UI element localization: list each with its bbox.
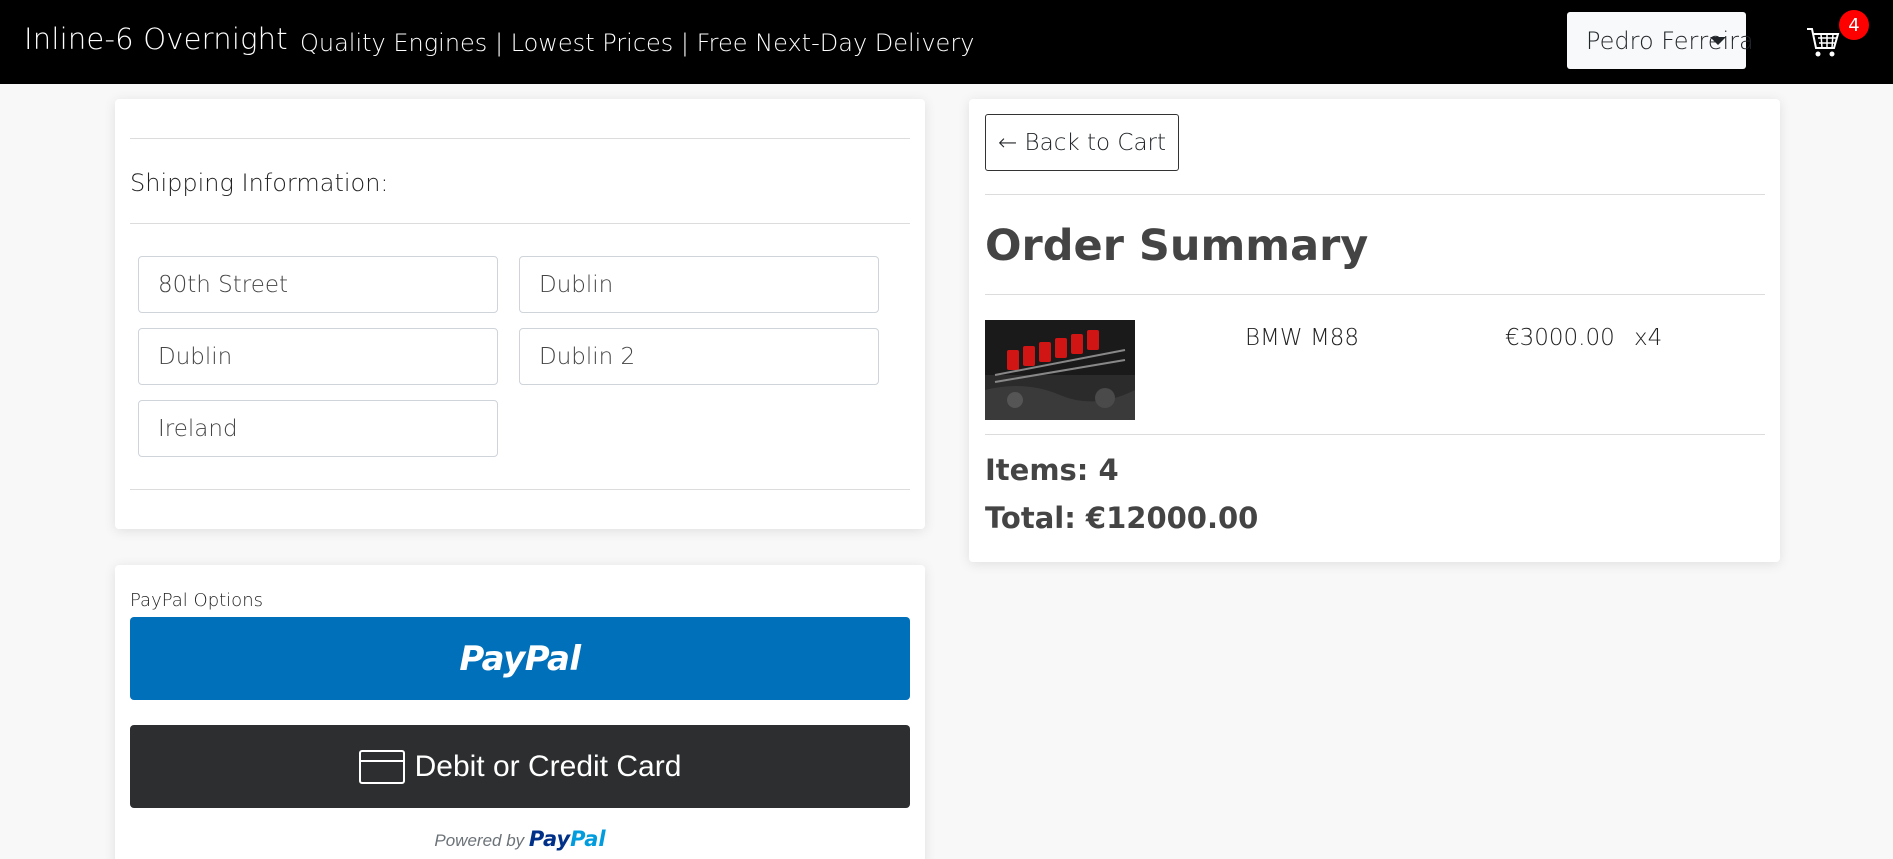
back-to-cart-button[interactable]: ← Back to Cart — [985, 114, 1179, 171]
county-field[interactable]: Dublin — [138, 328, 498, 385]
paypal-button[interactable]: PayPal — [130, 617, 910, 700]
debit-credit-card-button[interactable]: Debit or Credit Card — [130, 725, 910, 808]
order-total: Total: €12000.00 — [985, 501, 1259, 535]
user-name: Pedro Ferreira — [1586, 26, 1754, 55]
divider — [130, 138, 910, 139]
brand-logo[interactable]: Inline-6 Overnight — [24, 22, 288, 56]
navbar: Inline-6 Overnight Quality Engines | Low… — [0, 0, 1893, 84]
country-field[interactable]: Ireland — [138, 400, 498, 457]
powered-by-paypal: Powered by PayPal — [115, 827, 925, 851]
order-summary-title: Order Summary — [985, 221, 1369, 271]
shipping-card: Shipping Information: 80th Street Dublin… — [115, 99, 925, 529]
order-summary-card: ← Back to Cart Order Summary BMW M88 €30… — [969, 99, 1780, 562]
divider — [985, 294, 1765, 295]
payment-card: PayPal Options PayPal Debit or Credit Ca… — [115, 565, 925, 859]
item-quantity: x4 — [1634, 325, 1663, 351]
divider — [130, 223, 910, 224]
postcode-field[interactable]: Dublin 2 — [519, 328, 879, 385]
tagline: Quality Engines | Lowest Prices | Free N… — [300, 29, 975, 57]
divider — [985, 194, 1765, 195]
divider — [130, 489, 910, 490]
shipping-title: Shipping Information: — [130, 169, 389, 197]
item-price: €3000.00 — [1505, 325, 1615, 351]
caret-down-icon — [1710, 37, 1726, 45]
card-button-label: Debit or Credit Card — [414, 749, 682, 783]
divider — [985, 434, 1765, 435]
paypal-mini-logo: PayPal — [529, 827, 606, 851]
cart-count-badge: 4 — [1839, 10, 1869, 40]
user-menu-button[interactable]: Pedro Ferreira — [1567, 12, 1754, 69]
shopping-cart-icon[interactable] — [1805, 24, 1841, 60]
items-count: Items: 4 — [985, 453, 1119, 487]
credit-card-icon — [358, 749, 405, 784]
item-name: BMW M88 — [1245, 325, 1360, 351]
powered-by-text: Powered by — [434, 831, 525, 850]
city-field[interactable]: Dublin — [519, 256, 879, 313]
street-field[interactable]: 80th Street — [138, 256, 498, 313]
paypal-mini-logo-pay: Pay — [528, 827, 571, 851]
paypal-options-label: PayPal Options — [130, 590, 263, 611]
paypal-mini-logo-pal: Pal — [570, 827, 606, 851]
paypal-logo: PayPal — [459, 638, 581, 679]
engine-image — [985, 320, 1135, 420]
